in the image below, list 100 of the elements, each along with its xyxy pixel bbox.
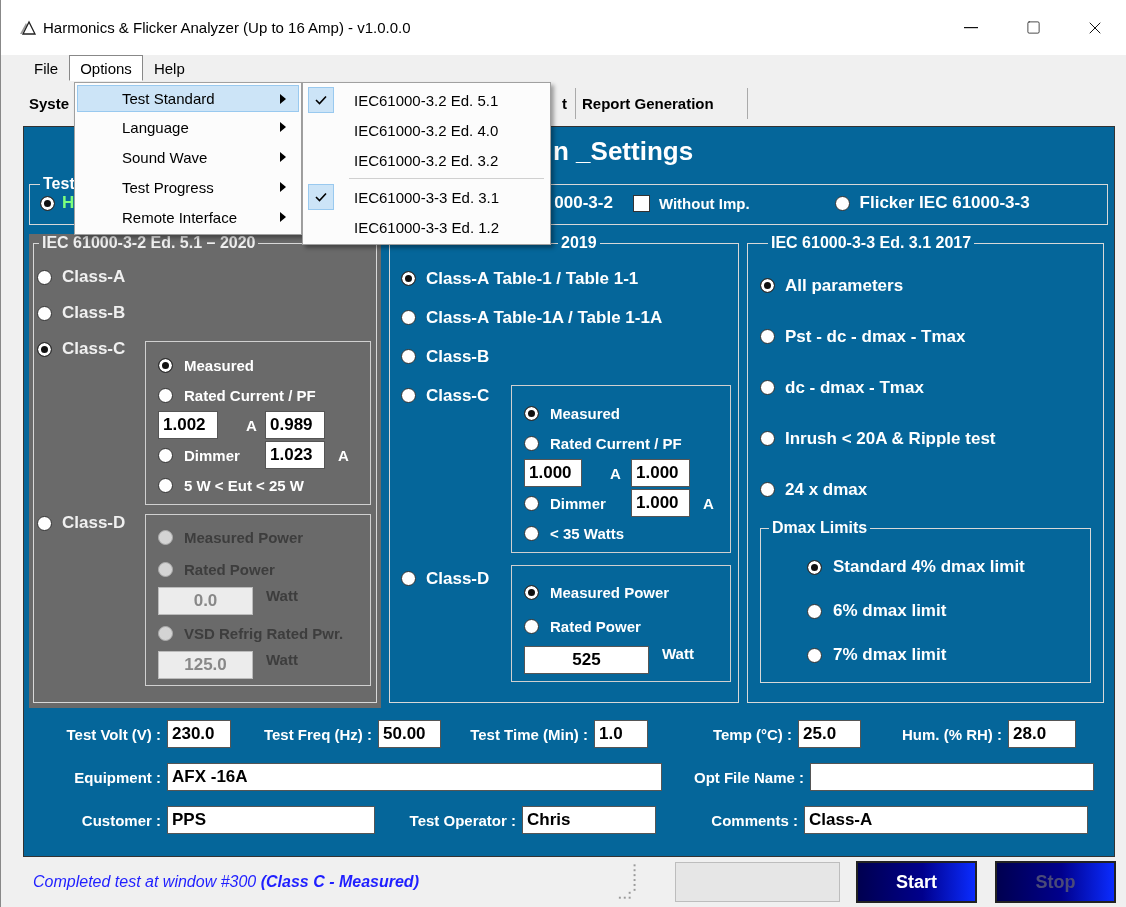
radio-button[interactable] xyxy=(37,305,52,321)
menu-entry[interactable]: Test Progress xyxy=(77,172,299,202)
input-field[interactable]: 1.0 xyxy=(594,720,648,748)
radio-button[interactable] xyxy=(158,477,173,493)
radio-button[interactable] xyxy=(760,278,775,293)
class-label: Class-A xyxy=(62,267,126,287)
unit-label: A xyxy=(246,416,257,434)
menu-entry[interactable]: IEC61000-3.2 Ed. 4.0 xyxy=(354,121,547,139)
radio-button[interactable] xyxy=(524,435,539,451)
radio-button[interactable] xyxy=(40,195,55,211)
option-label: H xyxy=(62,193,75,213)
radio-button[interactable] xyxy=(158,447,173,463)
radio-button[interactable] xyxy=(524,405,539,421)
value-field[interactable]: 0.989 xyxy=(265,411,325,439)
tab[interactable]: t xyxy=(552,88,576,119)
field-label: Opt File Name : xyxy=(692,768,805,786)
input-field[interactable] xyxy=(810,763,1094,791)
menu-entry[interactable]: Sound Wave xyxy=(77,142,299,172)
unit-label: Watt xyxy=(662,645,694,662)
maximize-icon xyxy=(1025,20,1041,35)
submenu-arrow-icon xyxy=(280,122,286,132)
radio-button[interactable] xyxy=(807,603,822,619)
option-label: Dimmer xyxy=(550,494,606,512)
menu-item[interactable]: File xyxy=(23,55,70,81)
value-field[interactable]: 1.000 xyxy=(524,459,582,487)
value-field[interactable]: 1.002 xyxy=(158,411,218,439)
group-title: Test xyxy=(42,175,76,193)
input-field[interactable]: 28.0 xyxy=(1008,720,1076,748)
class-label: Class-C xyxy=(62,339,126,359)
menu-item[interactable]: Help xyxy=(142,55,196,81)
value-field[interactable]: 1.000 xyxy=(631,489,690,517)
radio-button[interactable] xyxy=(760,482,775,497)
radio-button[interactable] xyxy=(807,559,822,575)
input-field[interactable]: Chris xyxy=(522,806,656,834)
class-label: Class-A Table-1A / Table 1-1A xyxy=(426,307,663,328)
class-label: Class-D xyxy=(426,568,490,589)
tab[interactable]: Report Generation xyxy=(576,88,748,119)
menu-entry[interactable]: Test Standard xyxy=(77,85,299,112)
radio-button[interactable] xyxy=(401,388,416,403)
check-icon xyxy=(315,192,327,202)
option-label: Rated Current / PF xyxy=(184,386,316,404)
class-label: Class-A Table-1 / Table 1-1 xyxy=(426,268,639,289)
radio-button[interactable] xyxy=(401,571,416,586)
menu-entry[interactable]: IEC61000-3.2 Ed. 5.1 xyxy=(354,91,547,109)
field-label: Test Operator : xyxy=(408,811,517,829)
menu-entry[interactable]: IEC61000-3.2 Ed. 3.2 xyxy=(354,151,547,169)
field-label: Customer : xyxy=(80,811,162,829)
class-label: Class-B xyxy=(62,303,126,323)
menu-item[interactable]: Options xyxy=(69,55,143,81)
radio-button[interactable] xyxy=(37,269,52,285)
submenu-arrow-icon xyxy=(280,212,286,222)
radio-button[interactable] xyxy=(760,329,775,344)
option-label: Inrush < 20A & Ripple test xyxy=(785,428,996,449)
menu-entry[interactable]: IEC61000-3-3 Ed. 1.2 xyxy=(354,218,547,236)
window-title: Harmonics & Flicker Analyzer (Up to 16 Amp) - v1.0.0.0 xyxy=(43,19,411,36)
field-label: Comments : xyxy=(710,811,799,829)
value-field[interactable]: 525 xyxy=(524,646,649,674)
option-label: dc - dmax - Tmax xyxy=(785,377,924,398)
radio-button[interactable] xyxy=(37,515,52,531)
radio-button[interactable] xyxy=(834,195,850,211)
input-field[interactable]: 25.0 xyxy=(798,720,861,748)
option-label: 000-3-2 xyxy=(554,193,613,213)
option-label: Standard 4% dmax limit xyxy=(833,557,1025,577)
radio-button[interactable] xyxy=(524,525,539,541)
checkbox[interactable] xyxy=(632,194,650,212)
value-field[interactable]: 1.023 xyxy=(265,441,325,469)
group-title: 2019 xyxy=(560,234,598,252)
value-field[interactable]: 1.000 xyxy=(631,459,690,487)
option-label: Rated Current / PF xyxy=(550,434,682,452)
radio-button[interactable] xyxy=(524,618,539,634)
radio-button[interactable] xyxy=(524,584,539,600)
submenu-arrow-icon xyxy=(280,152,286,162)
radio-button[interactable] xyxy=(158,387,173,403)
class-label: Class-D xyxy=(62,513,126,533)
input-field[interactable]: 230.0 xyxy=(167,720,231,748)
group-title: IEC 61000-3-2 Ed. 5.1 – 2020 xyxy=(41,234,257,252)
radio-button[interactable] xyxy=(37,341,52,357)
field-label: Hum. (% RH) : xyxy=(901,725,1003,743)
input-field[interactable]: PPS xyxy=(167,806,375,834)
radio-button[interactable] xyxy=(401,271,416,286)
option-label: Without Imp. xyxy=(658,194,750,212)
menu-entry[interactable]: IEC61000-3-3 Ed. 3.1 xyxy=(354,188,547,206)
radio-button[interactable] xyxy=(524,495,539,511)
input-field[interactable]: AFX -16A xyxy=(167,763,662,791)
radio-button[interactable] xyxy=(401,310,416,325)
radio-button[interactable] xyxy=(158,357,173,373)
class-label: Class-C xyxy=(426,385,490,406)
radio-button[interactable] xyxy=(760,431,775,446)
group-title: Dmax Limits xyxy=(771,519,869,537)
radio-button[interactable] xyxy=(760,380,775,395)
option-label: Flicker IEC 61000-3-3 xyxy=(859,193,1030,213)
radio-button[interactable] xyxy=(401,349,416,364)
input-field[interactable]: Class-A xyxy=(804,806,1088,834)
option-label: All parameters xyxy=(785,275,904,296)
option-label: 6% dmax limit xyxy=(833,601,947,621)
menu-entry[interactable]: Remote Interface xyxy=(77,202,299,232)
radio-button[interactable] xyxy=(807,647,822,663)
input-field[interactable]: 50.00 xyxy=(378,720,441,748)
group-title: IEC 61000-3-3 Ed. 3.1 2017 xyxy=(770,234,973,252)
start-button[interactable]: Start xyxy=(856,861,978,903)
